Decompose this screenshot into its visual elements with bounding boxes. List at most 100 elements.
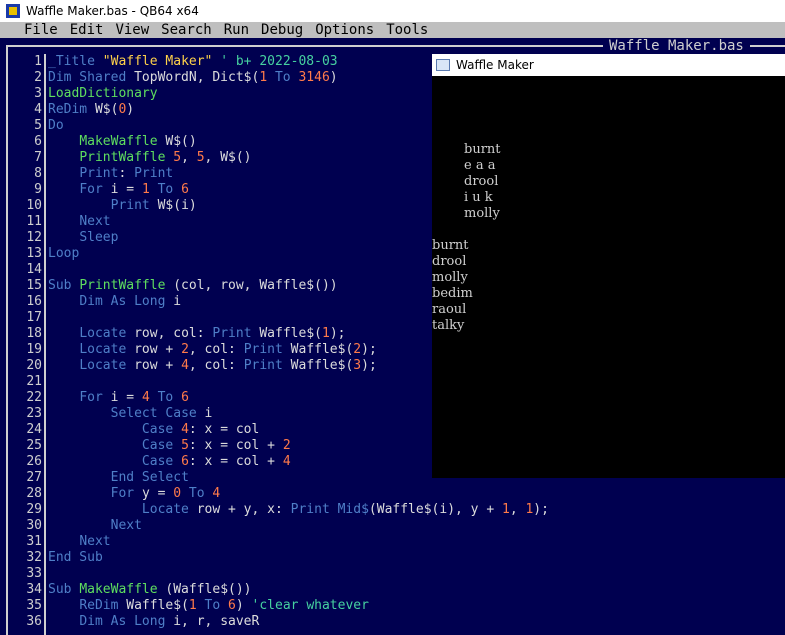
- code-token: y =: [141, 486, 174, 501]
- code-token: Next: [110, 518, 142, 533]
- code-token: Next: [79, 214, 111, 229]
- code-token: i =: [110, 390, 142, 405]
- code-token: 1: [501, 502, 510, 517]
- word-list-item: raoul: [432, 302, 467, 317]
- menu-tools[interactable]: Tools: [380, 22, 434, 38]
- code-line[interactable]: Sub MakeWaffle (Waffle$()): [48, 582, 783, 598]
- code-token: 'clear whatever: [251, 598, 369, 613]
- code-token: : x = col +: [188, 438, 283, 453]
- code-token: row +: [134, 342, 182, 357]
- code-token: :: [118, 166, 135, 181]
- code-token: 3146: [298, 70, 330, 85]
- code-line[interactable]: Next: [48, 518, 783, 534]
- line-number: 8: [34, 166, 42, 181]
- code-token: Loop: [48, 246, 80, 261]
- code-token: 2: [181, 342, 189, 357]
- code-token: To: [181, 486, 213, 501]
- code-token: 2: [282, 438, 291, 453]
- code-line[interactable]: Next: [48, 534, 783, 550]
- code-token: );: [329, 326, 346, 341]
- code-line[interactable]: For y = 0 To 4: [48, 486, 783, 502]
- code-token: ): [126, 102, 135, 117]
- menu-file[interactable]: File: [0, 22, 64, 38]
- code-token: );: [533, 502, 549, 517]
- code-token: row +: [134, 358, 182, 373]
- code-token: Print: [243, 342, 291, 357]
- code-token: Waffle$(: [290, 342, 354, 357]
- code-token: row, col:: [134, 326, 213, 341]
- output-window[interactable]: Waffle Maker burnt e a a drool i u k mol…: [432, 54, 785, 478]
- code-token: End Select: [110, 470, 189, 485]
- line-number: 33: [26, 566, 42, 581]
- window-icon: [436, 59, 450, 71]
- editor-filename: Waffle Maker.bas: [603, 38, 750, 54]
- line-number: 32: [26, 550, 42, 565]
- code-token: To: [149, 182, 182, 197]
- code-line[interactable]: ReDim Waffle$(1 To 6) 'clear whatever: [48, 598, 783, 614]
- code-token: i =: [110, 182, 142, 197]
- line-number: 18: [26, 326, 42, 341]
- line-number: 24: [26, 422, 42, 437]
- code-token: 3: [353, 358, 362, 373]
- code-line[interactable]: End Sub: [48, 550, 783, 566]
- code-token: _Title: [48, 54, 103, 69]
- code-line[interactable]: [48, 566, 783, 582]
- code-token: MakeWaffle: [79, 582, 166, 597]
- code-token: PrintWaffle: [79, 278, 174, 293]
- code-token: 5: [173, 150, 182, 165]
- word-list-item: molly: [432, 270, 468, 285]
- code-token: ,: [181, 150, 197, 165]
- code-token: 4: [141, 390, 150, 405]
- code-token: i, r, saveR: [173, 614, 260, 629]
- line-number: 36: [26, 614, 42, 629]
- code-token: ReDim: [79, 598, 127, 613]
- word-list-item: drool: [432, 254, 467, 269]
- code-token: 4: [282, 454, 291, 469]
- line-number: 7: [34, 150, 42, 165]
- line-number: 34: [26, 582, 42, 597]
- line-number: 28: [26, 486, 42, 501]
- output-window-titlebar: Waffle Maker: [432, 54, 785, 76]
- code-token: (col, row, Waffle$()): [173, 278, 338, 293]
- code-token: W$(): [165, 134, 197, 149]
- line-number-gutter: 1 2 3 4 5 6 7 8 9 10 11 12 13 14 15 16 17 18 19 20 21 22 23 24 2…: [8, 54, 44, 630]
- code-token: Print: [212, 326, 260, 341]
- word-list-item: burnt: [432, 238, 469, 253]
- menu-run[interactable]: Run: [218, 22, 255, 38]
- menu-options[interactable]: Options: [309, 22, 380, 38]
- menu-edit[interactable]: Edit: [64, 22, 110, 38]
- code-token: 1: [321, 326, 330, 341]
- menu-search[interactable]: Search: [155, 22, 218, 38]
- code-line[interactable]: Dim As Long i, r, saveR: [48, 614, 783, 630]
- line-number: 16: [26, 294, 42, 309]
- code-token: Case: [141, 422, 182, 437]
- menu-debug[interactable]: Debug: [255, 22, 309, 38]
- line-number: 35: [26, 598, 42, 613]
- code-token: Print: [290, 502, 338, 517]
- line-number: 20: [26, 358, 42, 373]
- code-line[interactable]: Locate row + y, x: Print Mid$(Waffle$(i)…: [48, 502, 783, 518]
- window-titlebar: Waffle Maker.bas - QB64 x64: [0, 0, 785, 22]
- code-token: Dim Shared: [48, 70, 135, 85]
- code-token: i: [204, 406, 213, 421]
- code-token: ' b+ 2022-08-03: [212, 54, 338, 69]
- word-list-item: bedim: [432, 286, 473, 301]
- menu-view[interactable]: View: [109, 22, 155, 38]
- code-token: ReDim: [48, 102, 95, 117]
- code-token: Next: [79, 534, 111, 549]
- line-number: 27: [26, 470, 42, 485]
- code-token: MakeWaffle: [79, 134, 166, 149]
- line-number: 26: [26, 454, 42, 469]
- line-number: 30: [26, 518, 42, 533]
- code-token: 1: [141, 182, 150, 197]
- waffle-line: e a a: [464, 158, 496, 173]
